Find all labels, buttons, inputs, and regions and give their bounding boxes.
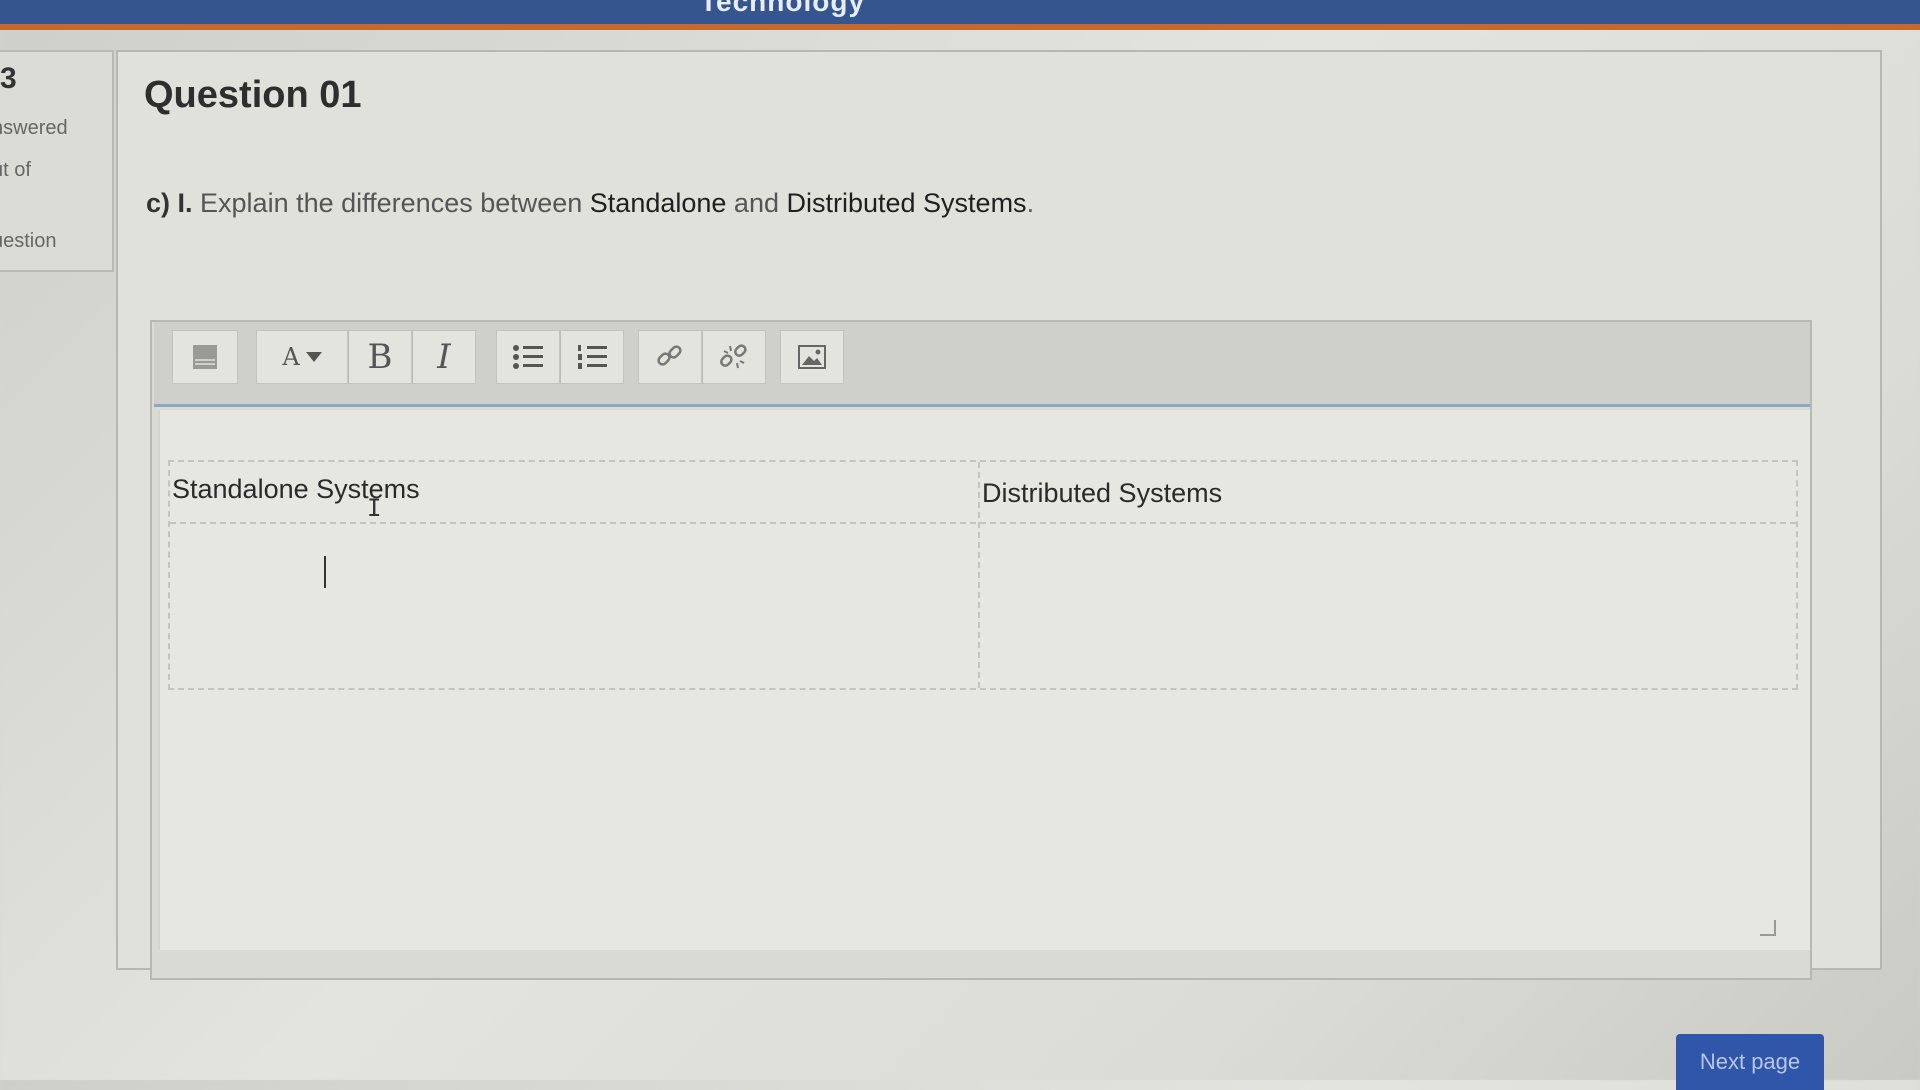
question-info-panel: 3 nswered ut of uestion — [0, 50, 114, 272]
toolbar-toggle-icon[interactable] — [172, 330, 238, 384]
editor-toolbar: A B I — [154, 322, 1810, 407]
question-label: c) I. — [146, 188, 193, 218]
question-number: 3 — [0, 62, 17, 95]
font-size-icon[interactable]: A — [256, 330, 348, 384]
image-icon[interactable] — [780, 330, 844, 384]
question-text: c) I. Explain the differences between St… — [146, 188, 1034, 219]
table-header-standalone: Standalone Systems — [172, 474, 420, 504]
table-header-distributed: Distributed Systems — [982, 478, 1223, 508]
bold-glyph: B — [367, 337, 393, 377]
unlink-icon[interactable] — [702, 330, 766, 384]
table-cell-distributed[interactable] — [984, 532, 1784, 682]
header-bar: Technology — [0, 0, 1920, 30]
ordered-list-icon[interactable] — [560, 330, 624, 384]
flag-question-link[interactable]: uestion — [0, 230, 57, 253]
italic-glyph: I — [437, 337, 451, 377]
question-term-standalone: Standalone — [589, 188, 727, 218]
table-row-divider — [170, 522, 1796, 524]
mouse-ibeam-cursor: I — [367, 494, 382, 522]
question-text-mid: and — [726, 188, 787, 218]
next-page-button[interactable]: Next page — [1676, 1034, 1824, 1090]
question-text-end: . — [1026, 188, 1035, 218]
table-column-divider — [978, 462, 980, 688]
italic-icon[interactable]: I — [412, 330, 476, 384]
font-size-glyph: A — [282, 343, 300, 371]
unordered-list-icon[interactable] — [496, 330, 560, 384]
marks-label: ut of — [0, 159, 31, 181]
answer-table[interactable]: Standalone Systems Distributed Systems — [168, 460, 1798, 690]
question-title: Question 01 — [144, 74, 362, 116]
question-text-before: Explain the differences between — [200, 188, 590, 218]
table-cell-standalone[interactable] — [174, 532, 974, 682]
question-term-distributed: Distributed Systems — [786, 188, 1027, 218]
answer-status: nswered — [0, 117, 68, 139]
bold-icon[interactable]: B — [348, 330, 412, 384]
editor-resize-handle[interactable] — [1760, 920, 1776, 936]
text-caret — [324, 556, 326, 588]
course-title: Technology — [700, 0, 866, 17]
link-icon[interactable] — [638, 330, 702, 384]
